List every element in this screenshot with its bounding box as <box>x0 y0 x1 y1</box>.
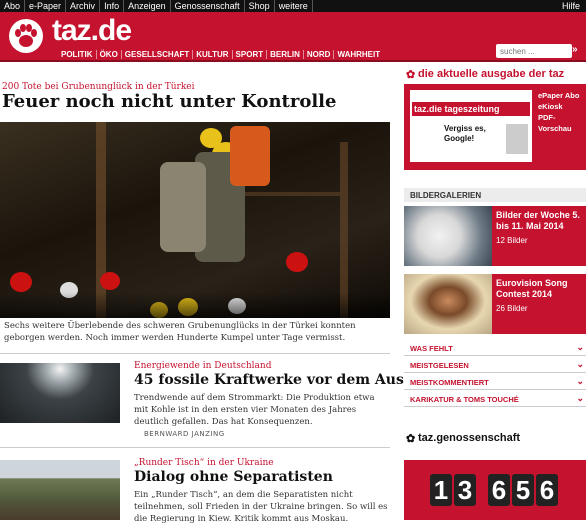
chevron-down-icon: ⌄ <box>576 376 584 386</box>
nav-oeko[interactable]: ÖKO <box>97 50 122 59</box>
nav-berlin[interactable]: BERLIN <box>267 50 304 59</box>
topnav-anzeigen[interactable]: Anzeigen <box>124 0 171 12</box>
section-meistkommentiert[interactable]: MEISTKOMMENTIERT ⌄ <box>404 374 586 390</box>
article-thumb-ukraine[interactable] <box>0 460 120 520</box>
gallery-title: Bilder der Woche 5. bis 11. Mai 2014 <box>496 210 580 231</box>
paper-image <box>506 124 528 154</box>
topnav-genossenschaft[interactable]: Genossenschaft <box>171 0 245 12</box>
article-title[interactable]: 45 fossile Kraftwerke vor dem Aus <box>134 372 404 388</box>
coop-heading[interactable]: ✿ taz.genossenschaft <box>404 432 586 445</box>
paper-cover[interactable]: taz.die tageszeitung Vergiss es, Google! <box>410 90 532 162</box>
counter-digit: 6 <box>488 474 510 506</box>
section-karikatur[interactable]: KARIKATUR & TOMS TOUCHÉ ⌄ <box>404 391 586 407</box>
sidebar: ✿ die aktuelle ausgabe der taz taz.die t… <box>404 62 586 520</box>
main-column: 200 Tote bei Grubenunglück in der Türkei… <box>0 62 404 524</box>
section-label: WAS FEHLT <box>410 344 453 353</box>
topnav-hilfe[interactable]: Hilfe <box>558 0 584 12</box>
counter-digit: 3 <box>454 474 476 506</box>
article-teaser: Trendwende auf dem Strommarkt: Die Produ… <box>134 393 375 427</box>
nav-wahrheit[interactable]: WAHRHEIT <box>334 50 383 59</box>
topnav-archiv[interactable]: Archiv <box>66 0 101 12</box>
nav-gesellschaft[interactable]: GESELLSCHAFT <box>122 50 194 59</box>
gallery-item[interactable]: Bilder der Woche 5. bis 11. Mai 2014 12 … <box>404 206 586 266</box>
paw-icon: ✿ <box>406 433 416 445</box>
galleries-heading[interactable]: BILDERGALERIEN <box>404 188 586 202</box>
gallery-item[interactable]: Eurovision Song Contest 2014 26 Bilder <box>404 274 586 334</box>
lead-photo[interactable] <box>0 122 390 318</box>
section-label: MEISTGELESEN <box>410 361 469 370</box>
gallery-count: 26 Bilder <box>496 304 528 313</box>
article-author[interactable]: BERNWARD JANZING <box>144 430 225 438</box>
section-label: MEISTKOMMENTIERT <box>410 378 489 387</box>
top-utility-bar: Abo e-Paper Archiv Info Anzeigen Genosse… <box>0 0 586 12</box>
nav-sport[interactable]: SPORT <box>233 50 268 59</box>
epaper-abo-link[interactable]: ePaper Abo <box>538 90 586 101</box>
chevron-down-icon: ⌄ <box>576 342 584 352</box>
section-was-fehlt[interactable]: WAS FEHLT ⌄ <box>404 340 586 356</box>
topnav-epaper[interactable]: e-Paper <box>25 0 67 12</box>
counter-digit: 6 <box>536 474 558 506</box>
gallery-thumb <box>404 206 492 266</box>
chevron-down-icon: ⌄ <box>576 393 584 403</box>
edition-links: ePaper Abo eKiosk PDF-Vorschau <box>538 90 586 134</box>
gallery-count: 12 Bilder <box>496 236 528 245</box>
section-meistgelesen[interactable]: MEISTGELESEN ⌄ <box>404 357 586 373</box>
topnav-shop[interactable]: Shop <box>245 0 275 12</box>
divider <box>0 447 390 448</box>
paw-logo-icon[interactable] <box>8 18 44 54</box>
coop-member-counter[interactable]: 1 3 6 5 6 <box>404 460 586 520</box>
edition-box: taz.die tageszeitung Vergiss es, Google!… <box>404 84 586 170</box>
site-header: taz.de POLITIK ÖKO GESELLSCHAFT KULTUR S… <box>0 12 586 62</box>
ekiosk-link[interactable]: eKiosk <box>538 101 586 112</box>
article-thumb-kraftwerk[interactable] <box>0 363 120 423</box>
coop-heading-text: taz.genossenschaft <box>418 432 521 444</box>
edition-heading[interactable]: ✿ die aktuelle ausgabe der taz <box>404 68 586 81</box>
article-kicker[interactable]: Energiewende in Deutschland <box>134 361 271 371</box>
pdf-preview-link[interactable]: PDF-Vorschau <box>538 112 586 134</box>
article-kicker[interactable]: „Runder Tisch“ in der Ukraine <box>134 458 274 468</box>
article-title[interactable]: Dialog ohne Separatisten <box>134 469 333 485</box>
lead-caption: Sechs weitere Überlebende des schweren G… <box>4 321 356 343</box>
nav-politik[interactable]: POLITIK <box>58 50 97 59</box>
chevron-down-icon: ⌄ <box>576 359 584 369</box>
main-nav: POLITIK ÖKO GESELLSCHAFT KULTUR SPORT BE… <box>58 50 383 59</box>
edition-heading-text: die aktuelle ausgabe der taz <box>418 68 565 80</box>
topnav-info[interactable]: Info <box>100 0 125 12</box>
search-input[interactable] <box>496 44 572 58</box>
gallery-thumb <box>404 274 492 334</box>
topnav-abo[interactable]: Abo <box>0 0 26 12</box>
nav-nord[interactable]: NORD <box>304 50 335 59</box>
counter-digit: 1 <box>430 474 452 506</box>
section-label: KARIKATUR & TOMS TOUCHÉ <box>410 395 519 404</box>
paper-headline: Vergiss es, Google! <box>444 124 486 143</box>
lead-title[interactable]: Feuer noch nicht unter Kontrolle <box>2 91 336 112</box>
paper-masthead: taz.die tageszeitung <box>412 102 530 116</box>
counter-digit: 5 <box>512 474 534 506</box>
nav-kultur[interactable]: KULTUR <box>193 50 233 59</box>
paw-icon: ✿ <box>406 69 416 81</box>
site-logo[interactable]: taz.de <box>52 14 132 48</box>
gallery-title: Eurovision Song Contest 2014 <box>496 278 568 299</box>
divider <box>0 353 390 354</box>
search-arrow-icon[interactable]: » <box>572 44 584 58</box>
topnav-weitere[interactable]: weitere <box>275 0 313 12</box>
